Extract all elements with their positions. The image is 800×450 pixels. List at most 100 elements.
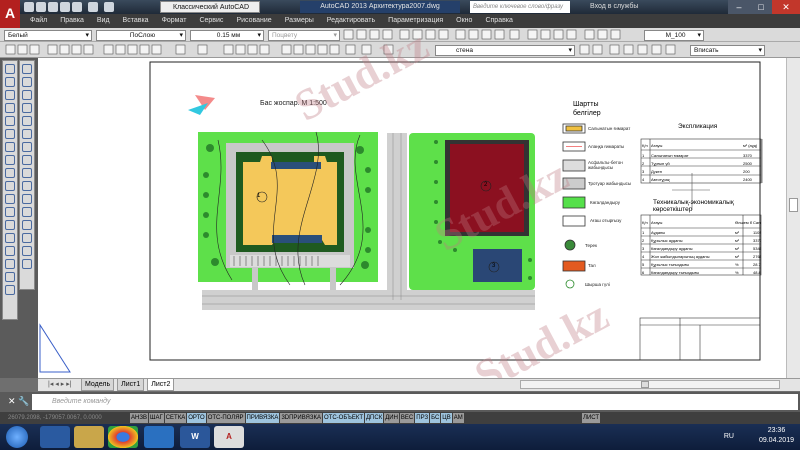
table-cell: Көгалдандыру тығыздығы (651, 269, 700, 275)
table-cell: 1 (642, 152, 645, 158)
table-cell: 3 (642, 245, 645, 251)
tab-nav-arrows[interactable]: |◂ ◂ ▸ ▸| (48, 379, 78, 391)
table-row: 4 Жол жабындыларының ауданы м² 2765 (641, 252, 761, 260)
table-cell: 2 (642, 237, 645, 243)
table-cell: Автотұрақ (651, 176, 670, 182)
building-1 (243, 156, 337, 245)
table-row: 6 Көгалдандыру тығыздығы% 48.87 (641, 268, 761, 276)
status-toggle-6[interactable]: 3DПРИВЯЗКА (280, 413, 322, 423)
table-cell: 4 (642, 176, 645, 182)
clock-date[interactable]: 09.04.2019 (759, 436, 794, 446)
table-row: 2 Тұрғын үй 2500 (641, 159, 761, 167)
table-row: 1 Ауданы м² 11081 (641, 228, 761, 236)
command-input[interactable]: Введите команду (32, 394, 798, 410)
legend-item: Тротуар жабындысы (588, 181, 632, 186)
legend-swatches (562, 123, 586, 289)
table-cell: Тұрғын үй (651, 160, 670, 166)
table-cell: 28.75 (753, 261, 761, 267)
tab-sheet2[interactable]: Лист2 (147, 379, 175, 391)
status-toggle-1[interactable]: ШАГ (148, 413, 164, 423)
tab-sheet1[interactable]: Лист1 (117, 379, 145, 391)
table-cell: м² (ауд) (743, 143, 758, 148)
status-toggle-5[interactable]: ПРИВЯЗКА (245, 413, 280, 423)
vertical-scrollbar[interactable] (786, 58, 800, 378)
status-toggle-7[interactable]: ОТС-ОБЪЕКТ (323, 413, 364, 423)
status-toggle-10[interactable]: ВЕС (399, 413, 415, 423)
status-toggle-8[interactable]: ДПСК (364, 413, 384, 423)
table-cell: 4 (642, 253, 645, 259)
table-cell: 5346 (753, 245, 761, 251)
taskbar-chrome-icon[interactable] (108, 426, 138, 448)
layout-button[interactable]: ЛИСТ (582, 413, 601, 423)
status-toggle-3[interactable]: ОРТО (187, 413, 206, 423)
status-toggle-14[interactable]: АМ (452, 413, 464, 423)
building-3 (473, 249, 522, 282)
legend-item: Шырша гүлі (585, 282, 610, 287)
clock-time[interactable]: 23:36 (759, 426, 794, 436)
status-toggle-2[interactable]: СЕТКА (164, 413, 187, 423)
status-toggle-12[interactable]: БС (430, 413, 441, 423)
horizontal-scrollbar[interactable] (520, 380, 780, 389)
legend-item: Тал (588, 263, 596, 268)
taskbar: W A RU 23:36 09.04.2019 (0, 424, 800, 450)
status-toggle-11[interactable]: ПРЗ (415, 413, 430, 423)
table-cell: Қ/п (642, 143, 648, 148)
status-toggle-4[interactable]: ОТС-ПОЛЯР (206, 413, 245, 423)
system-tray: RU 23:36 09.04.2019 (724, 426, 794, 446)
table-cell: 2 (642, 160, 645, 166)
table-row: 3 Көгалдандыру ауданы м² 5346 (641, 244, 761, 252)
table-cell: Ауданы (651, 229, 666, 235)
status-toggle-9[interactable]: ДИН (384, 413, 399, 423)
wrench-icon[interactable]: 🔧 (18, 396, 29, 407)
close-icon[interactable]: ✕ (8, 396, 16, 407)
language-indicator[interactable]: RU (724, 432, 734, 442)
taskbar-word-icon[interactable]: W (180, 426, 210, 448)
tech-table: Қ/пАтауыӨлшем бірлігіСаны1Ауданым²110812… (641, 216, 761, 276)
table-header: Қ/пАтауы Өлшем бірлігіСаны (641, 216, 761, 228)
legend-item: Салынатын ғимарат (588, 126, 631, 131)
taskbar-mail-icon[interactable] (144, 426, 174, 448)
table-cell: 11081 (753, 229, 761, 235)
table-row: 4 Автотұрақ 2400 (641, 175, 761, 183)
table-cell: Атауы (651, 219, 663, 225)
table-cell: 5 (642, 261, 645, 267)
legend-item: Асфальты-бетон жабындысы (588, 160, 623, 170)
table-cell: % (735, 269, 739, 275)
tab-model[interactable]: Модель (81, 379, 115, 391)
table-cell: м² (735, 245, 740, 251)
table-row: 3 Дүкен 200 (641, 167, 761, 175)
table-cell: 48.87 (753, 269, 761, 275)
label-1: 1 (257, 193, 261, 199)
status-toggle-13[interactable]: ЦВ (441, 413, 452, 423)
table-cell: 2400 (743, 176, 752, 182)
table-cell: 2500 (743, 160, 752, 166)
table-cell: м² (735, 229, 740, 235)
ucs-icon (39, 323, 71, 373)
table-header: Қ/п Атауы м² (ауд) (641, 140, 761, 151)
table-cell: 3370 (753, 237, 761, 243)
table-cell: Дүкен (651, 168, 662, 174)
legend-item: Көгалдандыру (590, 200, 620, 205)
table-cell: Құрылыс тығыздығы (651, 261, 690, 267)
table-cell: Саны (753, 219, 761, 225)
table-cell: 3370 (743, 152, 752, 158)
road-horizontal (202, 290, 535, 310)
table-cell: % (735, 261, 739, 267)
taskbar-autocad-icon[interactable]: A (214, 426, 244, 448)
status-toggles: АНЗВ ШАГ СЕТКА ОРТО ОТС-ПОЛЯР ПРИВЯЗКА 3DПРИВЯ… (130, 413, 464, 423)
taskbar-media-icon[interactable] (40, 426, 70, 448)
table-cell: 6 (642, 269, 645, 275)
legend-item: Ағаш отырғызу (590, 218, 622, 223)
table-cell: Жол жабындыларының ауданы (651, 253, 710, 259)
status-toggle-0[interactable]: АНЗВ (130, 413, 148, 423)
table-cell: м² (735, 253, 740, 259)
legend-item: Алаңқа ғимараты (588, 144, 625, 149)
table-row: 2 Құрылыс ауданы м² 3370 (641, 236, 761, 244)
taskbar-explorer-icon[interactable] (74, 426, 104, 448)
table-cell: м² (735, 237, 740, 243)
table-row: 5 Құрылыс тығыздығы% 28.75 (641, 260, 761, 268)
legend-title: Шартты белгілер (573, 101, 601, 117)
start-button[interactable] (6, 426, 28, 448)
explication-table: Қ/п Атауы м² (ауд) 1 Салынатын ғимарат 3370 2 Т… (641, 140, 761, 183)
road-vertical (387, 133, 407, 310)
